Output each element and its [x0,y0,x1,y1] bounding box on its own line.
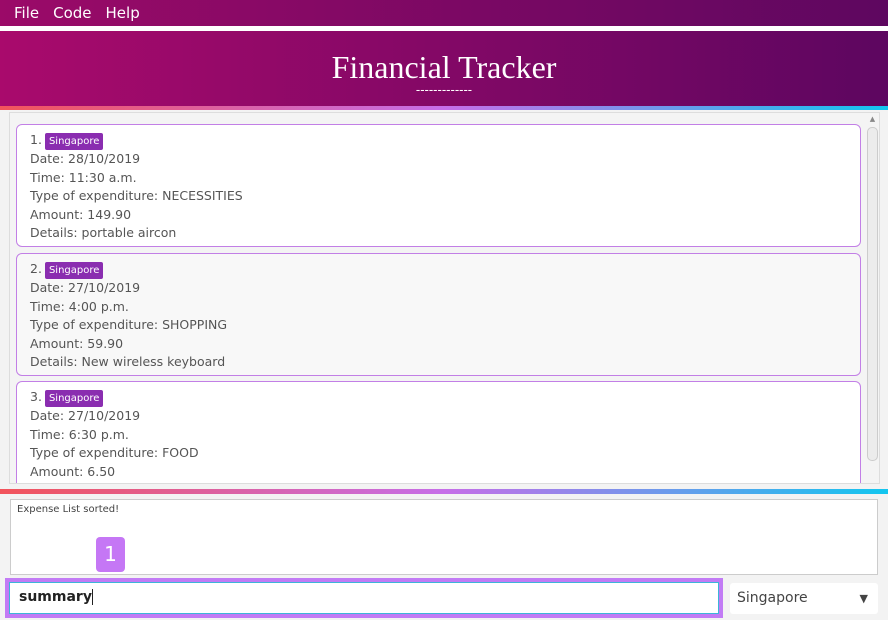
expense-details: Details: New wireless keyboard [30,354,226,369]
expense-type: Type of expenditure: FOOD [30,445,199,460]
expense-index: 1. [30,132,42,147]
expense-date: Date: 27/10/2019 [30,280,141,295]
menu-help[interactable]: Help [106,4,140,22]
app-header: Financial Tracker ------------- [0,31,888,106]
country-select[interactable]: Singapore ▼ [730,583,878,614]
annotation-badge: 1 [96,537,125,572]
result-display: Expense List sorted! [10,499,878,575]
scroll-up-icon[interactable]: ▲ [867,115,878,125]
expense-type: Type of expenditure: NECESSITIES [30,188,243,203]
command-box-highlight: summary [5,578,723,618]
scrollbar-thumb[interactable] [867,127,878,461]
expense-type: Type of expenditure: SHOPPING [30,317,228,332]
expense-time: Time: 11:30 a.m. [30,169,137,185]
expense-amount: Amount: 59.90 [30,335,124,351]
text-caret [91,589,93,605]
country-tag: Singapore [44,262,104,279]
expense-index: 2. [30,261,42,276]
title-underline: ------------- [415,82,473,97]
expense-amount: Amount: 6.50 [30,463,116,479]
expense-details: Details: portable aircon [30,225,177,240]
country-select-value: Singapore [737,590,808,606]
triangle-down-icon: ▼ [859,592,868,605]
menu-file[interactable]: File [14,4,39,22]
country-tag: Singapore [44,390,104,407]
expense-date: Date: 27/10/2019 [30,408,141,423]
menu-bar: File Code Help [0,0,888,26]
expense-index: 3. [30,389,42,404]
expense-list: 1. Singapore Date: 28/10/2019 Time: 11:30… [9,112,880,484]
gradient-divider [0,106,888,110]
menu-code[interactable]: Code [53,4,91,22]
command-input[interactable]: summary [9,582,719,614]
country-tag: Singapore [44,133,104,150]
gradient-divider [0,489,888,494]
expense-time: Time: 4:00 p.m. [30,298,129,314]
expense-time: Time: 6:30 p.m. [30,426,129,442]
expense-date: Date: 28/10/2019 [30,151,141,166]
expense-card[interactable]: 1. Singapore Date: 28/10/2019 Time: 11:30… [16,124,861,247]
expense-amount: Amount: 149.90 [30,206,132,222]
expense-card[interactable]: 2. Singapore Date: 27/10/2019 Time: 4:00 … [16,253,861,376]
command-text: summary [19,589,92,605]
expense-card[interactable]: 3. Singapore Date: 27/10/2019 Time: 6:30 … [16,381,861,483]
page-title: Financial Tracker [331,49,557,85]
